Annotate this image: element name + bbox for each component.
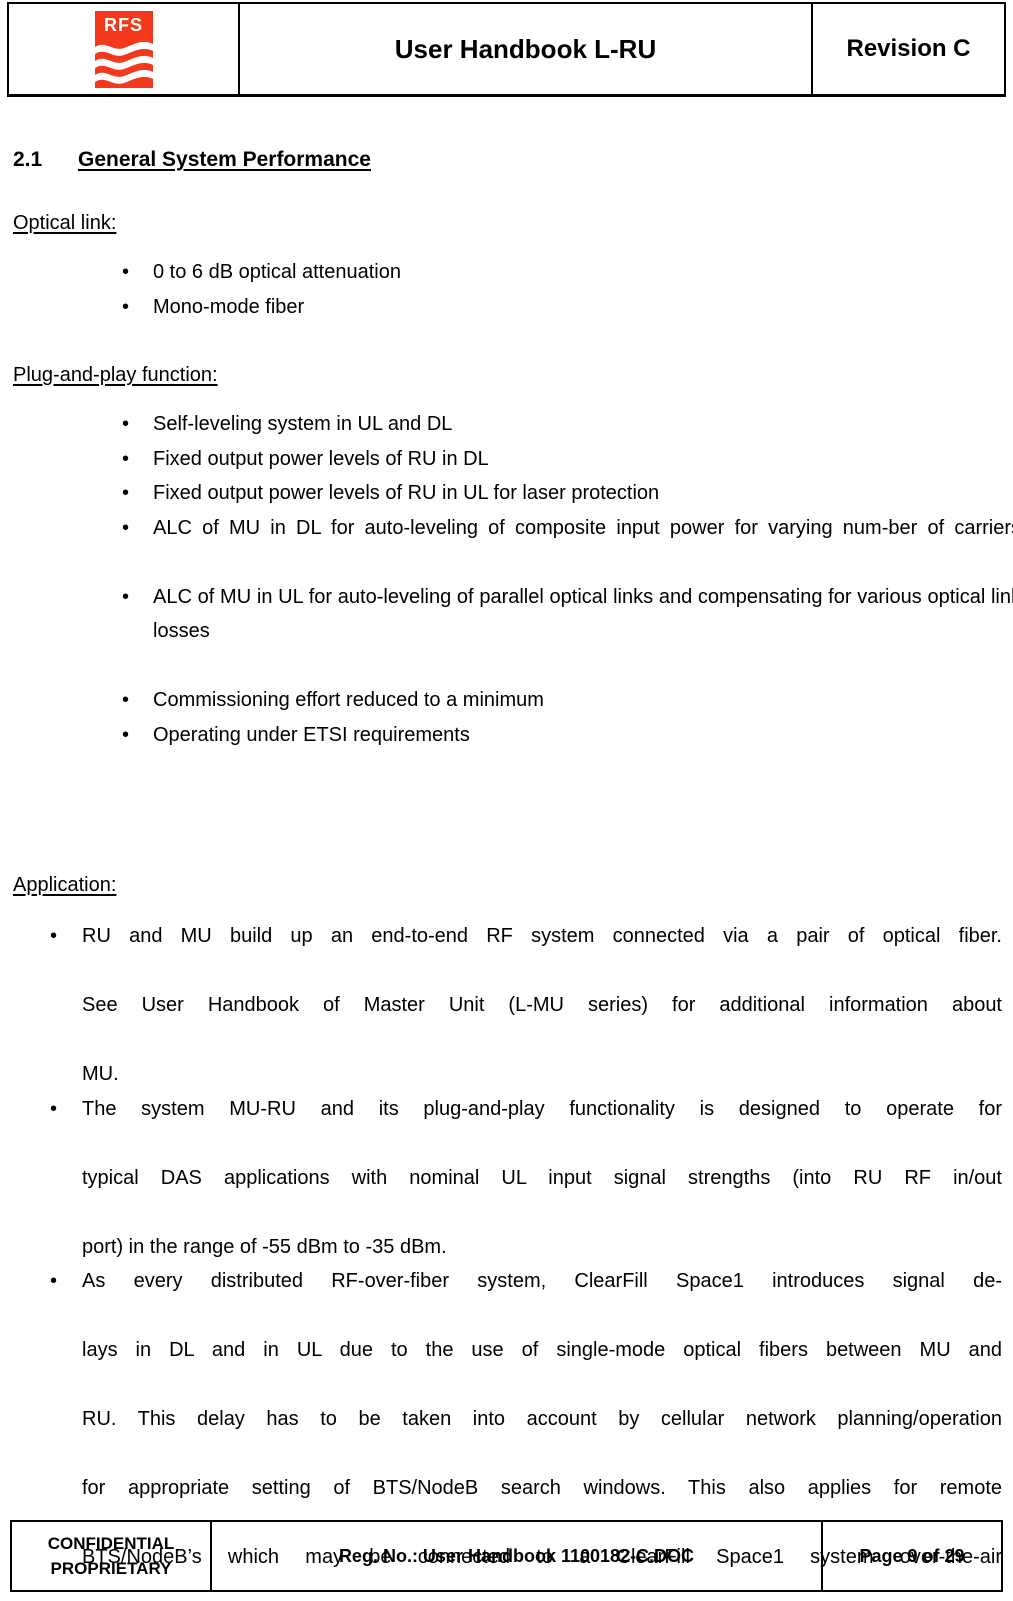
list-item: ALC of MU in UL for auto-leveling of par… <box>122 580 1013 684</box>
subheading-optical-link: Optical link: <box>13 212 117 234</box>
list-item: 0 to 6 dB optical attenuation <box>122 255 1001 290</box>
footer-confidential-line1: CONFIDENTIAL <box>47 1534 175 1553</box>
list-item-line: port) in the range of -55 dBm to -35 dBm… <box>82 1235 447 1258</box>
list-item-line: MU. <box>82 1063 119 1085</box>
list-item-line: lays in DL and in UL due to the use of s… <box>82 1339 1002 1361</box>
section-title: General System Performance <box>78 148 371 171</box>
list-item-line: See User Handbook of Master Unit (L-MU s… <box>82 994 1002 1016</box>
list-item-line: typical DAS applications with nominal UL… <box>82 1166 1002 1189</box>
list-item: RU and MU build up an end-to-end RF syst… <box>50 919 1002 1092</box>
section-number: 2.1 <box>13 148 43 171</box>
footer-confidential-line2: PROPRIETARY <box>50 1559 172 1578</box>
list-item: Fixed output power levels of RU in DL <box>122 442 1001 477</box>
list-item: ALC of MU in DL for auto-leveling of com… <box>122 511 1013 580</box>
page-footer-table: CONFIDENTIAL PROPRIETARY Reg. No.: User … <box>10 1520 1003 1592</box>
list-item: Operating under ETSI requirements <box>122 718 1001 753</box>
header-logo-cell: RFS <box>9 4 240 94</box>
header-revision-cell: Revision C <box>813 4 1004 94</box>
list-item-line: ALC of MU in UL for auto-leveling of par… <box>153 585 1013 643</box>
rfs-logo-waves-icon <box>94 41 153 84</box>
header-revision: Revision C <box>846 35 971 62</box>
footer-confidential-cell: CONFIDENTIAL PROPRIETARY <box>12 1522 212 1590</box>
subheading-plug-and-play: Plug-and-play function: <box>13 364 218 386</box>
subheading-application: Application: <box>13 874 117 896</box>
list-item-line: RU and MU build up an end-to-end RF syst… <box>82 925 1002 947</box>
rfs-logo-icon: RFS <box>94 10 153 88</box>
footer-reg-no-cell: Reg. No.: User Handbook 1100182-C.DOC <box>212 1522 823 1590</box>
list-item: Mono-mode fiber <box>122 290 1001 325</box>
list-item: Self-leveling system in UL and DL <box>122 407 1001 442</box>
list-item-line: As every distributed RF-over-fiber syste… <box>82 1270 1002 1292</box>
document-page: RFS User Handbook L-RU Revision C 2.1 Ge… <box>0 0 1013 1601</box>
bullet-list-application: RU and MU build up an end-to-end RF syst… <box>50 919 1002 1601</box>
bullet-list-plug-and-play: Self-leveling system in UL and DL Fixed … <box>122 407 1013 753</box>
list-item: Fixed output power levels of RU in UL fo… <box>122 476 1001 511</box>
header-title: User Handbook L-RU <box>394 33 657 64</box>
section-heading: 2.1 General System Performance <box>13 148 1001 172</box>
list-item-line: RU. This delay has to be taken into acco… <box>82 1408 1002 1430</box>
subheading-application-wrap: Application: <box>13 834 1001 897</box>
subheading-optical-link-wrap: Optical link: <box>13 172 1001 235</box>
list-item-line: The system MU-RU and its plug-and-play f… <box>82 1097 1002 1120</box>
page-content: 2.1 General System Performance Optical l… <box>13 110 1013 1601</box>
list-item: The system MU-RU and its plug-and-play f… <box>50 1092 1002 1265</box>
list-item: Commissioning effort reduced to a minimu… <box>122 683 1001 718</box>
footer-page-number-cell: Page 9 of 29 <box>859 1545 965 1566</box>
header-title-cell: User Handbook L-RU <box>240 4 813 94</box>
rfs-logo-text: RFS <box>104 14 143 35</box>
subheading-plug-and-play-wrap: Plug-and-play function: <box>13 324 1001 387</box>
bullet-list-optical-link: 0 to 6 dB optical attenuation Mono-mode … <box>122 255 1001 324</box>
page-header-table: RFS User Handbook L-RU Revision C <box>7 2 1006 97</box>
list-item-line: ALC of MU in DL for auto-leveling of com… <box>153 516 1013 539</box>
